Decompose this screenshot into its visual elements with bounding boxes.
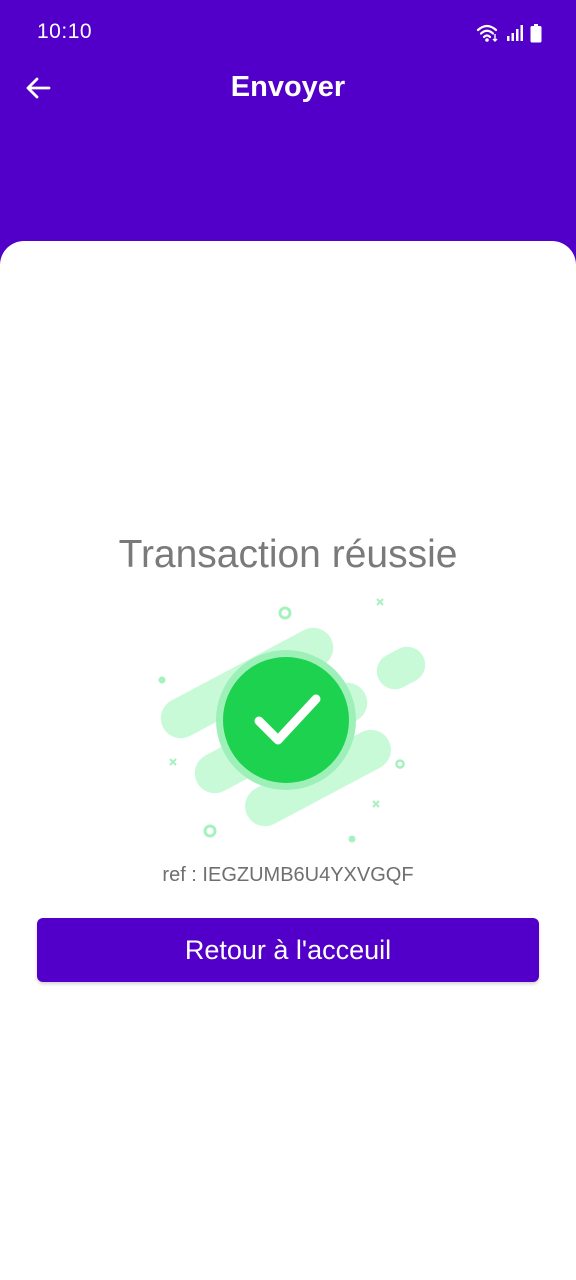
signal-icon	[506, 24, 524, 42]
status-time: 10:10	[37, 20, 93, 43]
success-illustration-graphic	[158, 598, 426, 843]
battery-icon	[530, 23, 542, 43]
screen: 10:10 Envoyer Transaction réussie ref: …	[0, 0, 576, 1280]
status-bar: 10:10	[0, 0, 576, 68]
transaction-reference: ref : IEGZUMB6U4YXVGQF	[162, 864, 414, 886]
status-icons	[476, 22, 542, 44]
success-illustration	[148, 598, 438, 848]
page-title: Envoyer	[230, 71, 346, 103]
result-title: Transaction réussie	[118, 533, 458, 576]
wifi-icon	[476, 23, 500, 43]
back-to-home-button[interactable]: Retour à l'acceuil	[37, 918, 539, 982]
toolbar: Envoyer	[0, 62, 576, 116]
